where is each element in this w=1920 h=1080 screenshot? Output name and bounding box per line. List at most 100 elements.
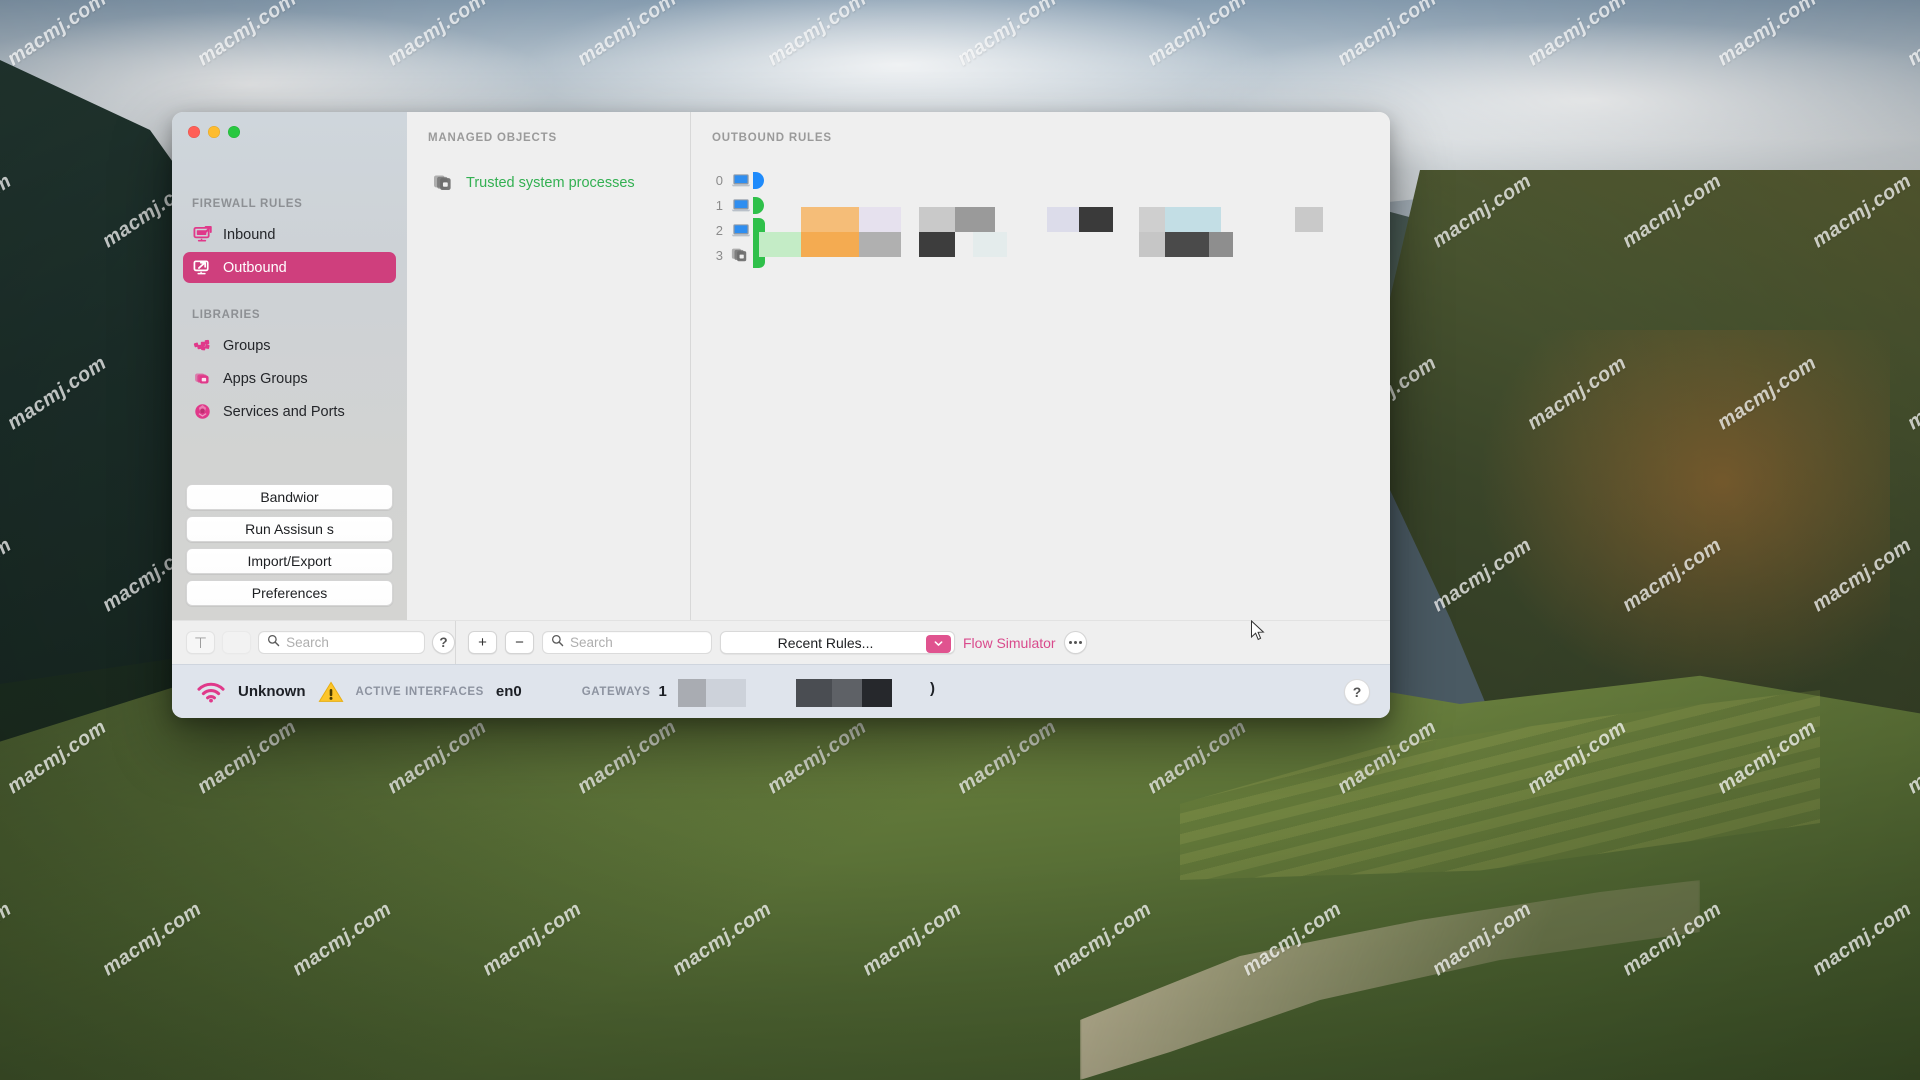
sidebar-item-label: Outbound xyxy=(223,259,287,276)
table-row[interactable]: 1 xyxy=(691,193,1390,218)
redaction-block xyxy=(919,232,955,257)
rule-index: 1 xyxy=(715,198,723,213)
minimize-button[interactable] xyxy=(208,126,220,138)
managed-objects-remove-button[interactable] xyxy=(222,631,252,654)
sidebar-item-outbound[interactable]: Outbound xyxy=(183,252,396,283)
redaction-block xyxy=(706,679,746,707)
laptop-icon xyxy=(731,223,753,238)
sidebar: FIREWALL RULES Inbound Outbound LIBRARIE… xyxy=(172,112,407,620)
redaction-block xyxy=(1139,232,1165,257)
sidebar-item-inbound[interactable]: Inbound xyxy=(183,219,396,250)
gateways-label: GATEWAYS xyxy=(581,685,651,698)
sidebar-item-label: Inbound xyxy=(223,226,276,243)
redaction-block xyxy=(759,232,801,257)
redaction-block xyxy=(801,232,859,257)
managed-objects-header: MANAGED OBJECTS xyxy=(428,132,557,144)
rule-index: 2 xyxy=(715,223,723,238)
laptop-icon xyxy=(731,198,753,213)
traffic-light-group xyxy=(172,112,407,138)
import-export-button[interactable]: Import/Export xyxy=(186,548,393,574)
gateways-tail: ) xyxy=(930,680,935,697)
redaction-block xyxy=(919,207,955,232)
recent-rules-label: Recent Rules... xyxy=(777,634,874,651)
rule-status-pill xyxy=(753,197,764,214)
rule-index: 3 xyxy=(715,248,723,263)
redaction-block xyxy=(1047,207,1079,232)
services-ports-icon xyxy=(193,402,212,421)
stacked-documents-icon xyxy=(433,173,455,193)
chevron-down-icon[interactable] xyxy=(926,634,951,653)
add-rule-button[interactable]: + xyxy=(468,631,497,654)
redaction-block xyxy=(1079,207,1113,232)
table-row[interactable]: 0 xyxy=(691,168,1390,193)
search-icon xyxy=(551,634,564,652)
sidebar-item-label: Apps Groups xyxy=(223,370,308,387)
sidebar-item-services-and-ports[interactable]: Services and Ports xyxy=(183,396,396,427)
redaction-block xyxy=(678,679,706,707)
redaction-block xyxy=(955,207,995,232)
dot xyxy=(1068,641,1072,644)
managed-object-label: Trusted system processes xyxy=(466,175,635,191)
bottom-toolbar: ⊤ Search ? + − Search Recent Rules... Fl… xyxy=(172,620,1390,664)
active-interfaces-value: en0 xyxy=(495,683,522,700)
search-placeholder: Search xyxy=(570,635,613,650)
remove-rule-button[interactable]: − xyxy=(505,631,534,654)
sidebar-section-firewall-rules: FIREWALL RULES xyxy=(192,198,303,210)
search-icon xyxy=(267,634,280,652)
warning-triangle-icon xyxy=(318,680,344,704)
redaction-block xyxy=(1165,232,1209,257)
zoom-button[interactable] xyxy=(228,126,240,138)
bandwidth-button[interactable]: Bandwior xyxy=(186,484,393,510)
redaction-block xyxy=(796,679,832,707)
redaction-block xyxy=(1295,207,1323,232)
managed-objects-list: Trusted system processes xyxy=(407,144,690,620)
status-bar: Unknown ACTIVE INTERFACES en0 GATEWAYS 1… xyxy=(172,664,1390,718)
redaction-block xyxy=(1209,232,1233,257)
rules-search-input[interactable]: Search xyxy=(542,631,712,654)
sidebar-nav: FIREWALL RULES Inbound Outbound LIBRARIE… xyxy=(172,138,407,484)
sidebar-item-label: Groups xyxy=(223,337,271,354)
run-assistants-button[interactable]: Run Assisun s xyxy=(186,516,393,542)
status-help-button[interactable]: ? xyxy=(1344,678,1370,705)
sidebar-item-apps-groups[interactable]: Apps Groups xyxy=(183,363,396,394)
close-button[interactable] xyxy=(188,126,200,138)
outbound-rules-panel: OUTBOUND RULES 0 1 2 3 xyxy=(691,112,1390,620)
redaction-block xyxy=(862,679,892,707)
recent-rules-dropdown[interactable]: Recent Rules... xyxy=(720,631,955,654)
inbound-display-icon xyxy=(193,225,212,244)
outbound-display-icon xyxy=(193,258,212,277)
preferences-button[interactable]: Preferences xyxy=(186,580,393,606)
managed-objects-toolbar: ⊤ Search ? xyxy=(172,621,456,664)
dot xyxy=(1078,641,1082,644)
sidebar-action-buttons: Bandwior Run Assisun s Import/Export Pre… xyxy=(172,484,407,620)
sidebar-item-groups[interactable]: Groups xyxy=(183,330,396,361)
outbound-rules-toolbar: + − Search Recent Rules... Flow Simulato… xyxy=(456,631,1390,654)
search-placeholder: Search xyxy=(286,635,329,650)
managed-objects-add-button[interactable]: ⊤ xyxy=(186,631,216,654)
list-item[interactable]: Trusted system processes xyxy=(407,170,690,196)
apps-groups-icon xyxy=(193,369,212,388)
flow-simulator-link[interactable]: Flow Simulator xyxy=(963,635,1056,651)
managed-objects-search-input[interactable]: Search xyxy=(258,631,425,654)
wifi-icon xyxy=(196,681,226,703)
sidebar-item-label: Services and Ports xyxy=(223,403,345,420)
rule-index: 0 xyxy=(715,173,723,188)
redaction-block xyxy=(1165,207,1221,232)
managed-objects-panel: MANAGED OBJECTS Trusted system processes xyxy=(407,112,691,620)
redaction-block xyxy=(859,232,901,257)
redaction-block xyxy=(973,232,1007,257)
redaction-block xyxy=(832,679,862,707)
firewall-app-window: FIREWALL RULES Inbound Outbound LIBRARIE… xyxy=(172,112,1390,718)
stacked-documents-icon xyxy=(731,247,753,265)
redaction-block xyxy=(859,207,901,232)
window-body: FIREWALL RULES Inbound Outbound LIBRARIE… xyxy=(172,112,1390,620)
network-name: Unknown xyxy=(238,683,306,700)
rules-list: 0 1 2 3 xyxy=(691,144,1390,620)
sidebar-section-libraries: LIBRARIES xyxy=(192,309,261,321)
outbound-rules-header: OUTBOUND RULES xyxy=(712,132,832,144)
dot xyxy=(1073,641,1077,644)
managed-objects-help-button[interactable]: ? xyxy=(432,631,455,654)
laptop-icon xyxy=(731,173,753,188)
redaction-block xyxy=(1139,207,1165,232)
more-options-button[interactable] xyxy=(1063,631,1087,654)
